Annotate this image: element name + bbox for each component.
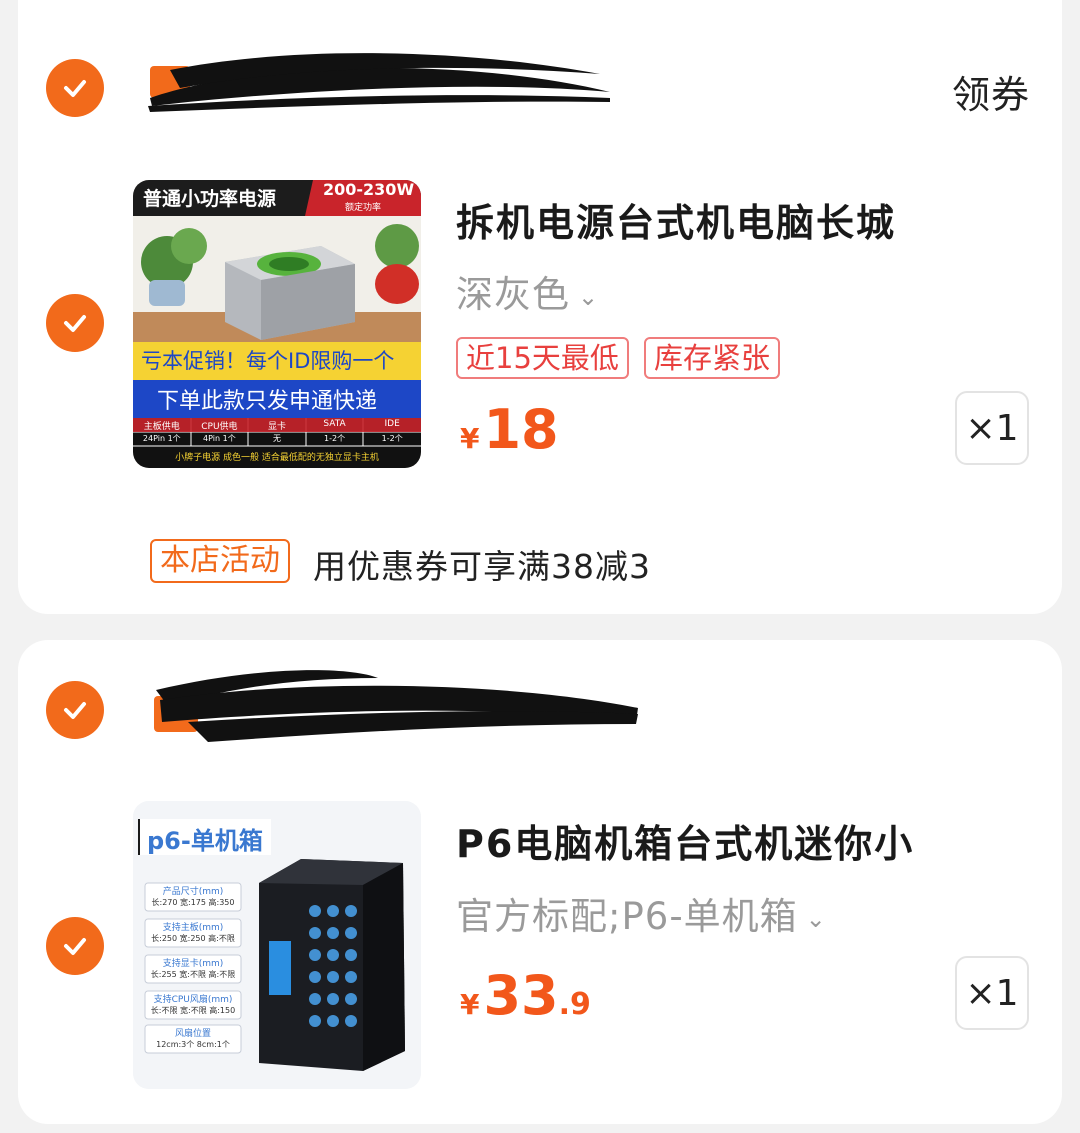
product-thumbnail[interactable]: p6-单机箱 产品尺寸(mm) 长:270 宽:175 高:350 支持主板(m… [133,801,421,1089]
checkmark-icon [64,702,86,719]
store-promo-tag: 本店活动 [150,539,290,583]
shop-select-checkbox[interactable] [46,59,104,117]
thumb-text: CPU供电 [201,422,238,432]
store-promo-text[interactable]: 用优惠券可享满38减3 [313,540,651,588]
thumb-text: 普通小功率电源 [143,188,277,210]
thumb-text: 支持主板(mm) [162,923,224,933]
thumb-text: 长:不限 宽:不限 高:150 [150,1006,236,1015]
currency-symbol: ¥ [460,422,480,455]
thumb-text: 长:255 宽:不限 高:不限 [150,970,236,979]
price: ¥18 [460,398,559,461]
thumb-text: 200-230W [323,180,415,199]
thumb-text: 12cm:3个 8cm:1个 [156,1040,230,1049]
price-integer: 33 [483,964,559,1027]
product-title[interactable]: P6电脑机箱台式机迷你小 [456,813,914,868]
item-select-checkbox[interactable] [46,917,104,975]
thumb-spec-values: 24Pin 1个 4Pin 1个 无 1-2个 1-2个 [133,433,421,444]
get-coupon-link[interactable]: 领券 [952,64,1030,119]
variant-label: 深灰色 [456,273,570,316]
item-select-checkbox[interactable] [46,294,104,352]
thumb-text: 长:250 宽:250 高:不限 [151,934,235,943]
chevron-down-icon: ⌄ [578,282,600,311]
shop-name-redacted [154,670,638,742]
variant-selector[interactable]: 深灰色 ⌄ [456,264,599,318]
thumb-text: 风扇位置 [174,1029,211,1039]
quantity-selector[interactable]: ×1 [955,956,1029,1030]
thumb-text: IDE [384,419,400,429]
checkmark-icon [64,938,86,955]
thumb-text: p6-单机箱 [147,827,263,855]
thumb-text: 产品尺寸(mm) [162,887,224,897]
thumb-text: 1-2个 [381,434,403,443]
thumb-text: 支持显卡(mm) [162,959,224,969]
thumb-text: 显卡 [267,422,286,432]
thumb-text: 小牌子电源 成色一般 适合最低配的无独立显卡主机 [175,453,379,463]
product-title[interactable]: 拆机电源台式机电脑长城 [456,192,896,247]
quantity-selector[interactable]: ×1 [955,391,1029,465]
thumb-text: 支持CPU风扇(mm) [153,995,233,1005]
thumb-text: 额定功率 [345,203,382,213]
price-decimal: .9 [558,987,591,1022]
variant-selector[interactable]: 官方标配;P6-单机箱 ⌄ [456,886,827,940]
thumb-text: 亏本促销！每个ID限购一个 [141,349,395,373]
thumb-text: 长:270 宽:175 高:350 [151,898,235,907]
shop-name-redacted [148,53,610,112]
checkmark-icon [64,315,86,332]
thumb-spec-headers: 主板供电 CPU供电 显卡 SATA IDE [133,419,421,432]
lowest-price-tag: 近15天最低 [456,337,629,379]
thumb-text: 4Pin 1个 [203,434,236,443]
chevron-down-icon: ⌄ [805,904,827,933]
thumb-text: 下单此款只发申通快递 [157,389,378,414]
price-integer: 18 [483,398,559,461]
thumb-text: 24Pin 1个 [142,434,181,443]
low-stock-tag: 库存紧张 [644,337,781,379]
currency-symbol: ¥ [460,988,480,1021]
product-thumbnail[interactable]: 普通小功率电源 200-230W 额定功率 亏本促销！每个ID限购一个 下单此款… [133,180,421,468]
checkmark-icon [64,80,86,97]
thumb-text: 1-2个 [324,434,346,443]
thumb-text: SATA [323,419,346,429]
thumb-text: 无 [272,434,281,443]
variant-label: 官方标配;P6-单机箱 [456,895,798,938]
price: ¥33.9 [460,964,591,1027]
shop-select-checkbox[interactable] [46,681,104,739]
thumb-text: 主板供电 [143,422,180,432]
